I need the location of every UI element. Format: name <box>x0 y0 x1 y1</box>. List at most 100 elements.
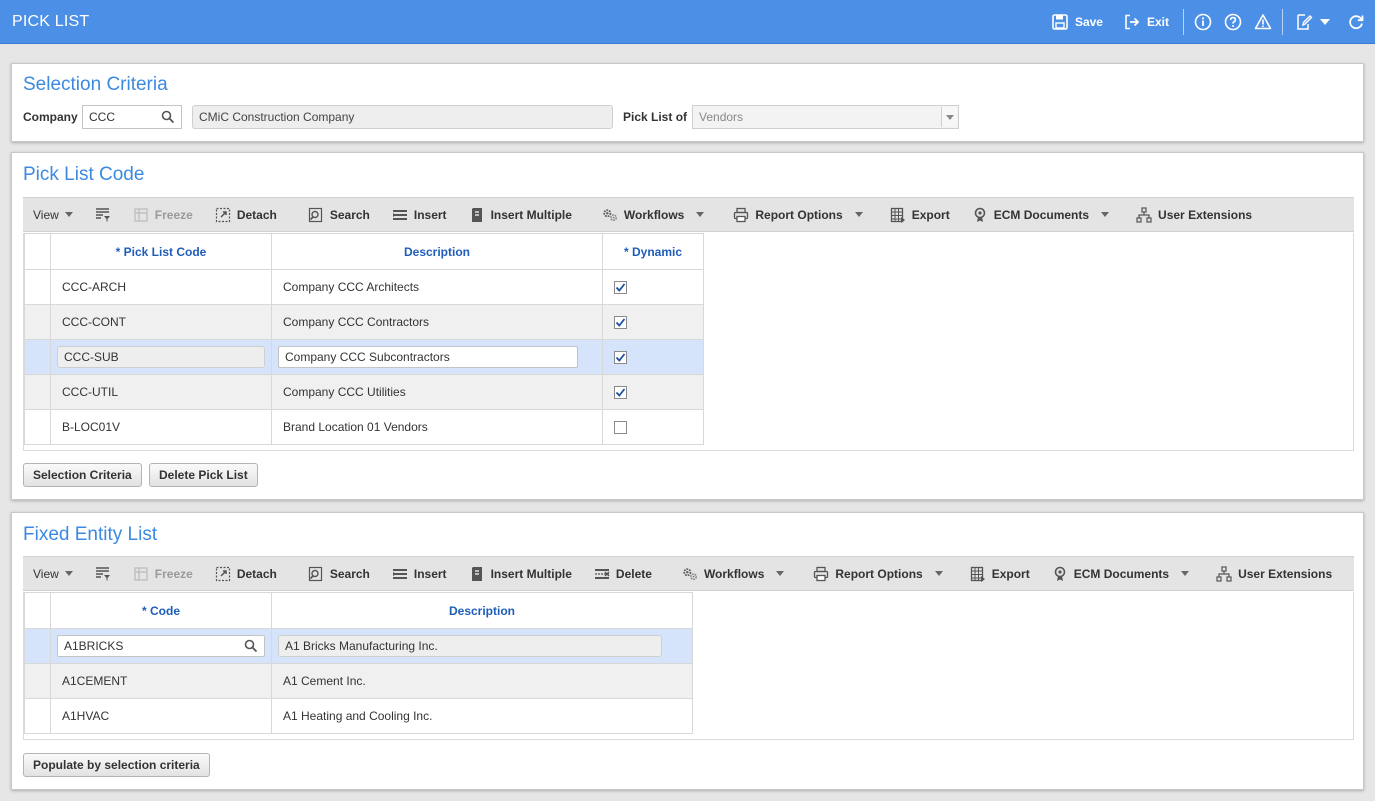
company-input[interactable]: CCC <box>82 105 182 129</box>
workflows-dropdown[interactable] <box>690 198 710 231</box>
column-header-pick-list-code[interactable]: * Pick List Code <box>50 233 272 270</box>
view-menu[interactable]: View <box>23 557 84 590</box>
description-cell[interactable]: A1 Heating and Cooling Inc. <box>271 698 693 734</box>
workflows-dropdown[interactable] <box>770 557 790 590</box>
info-button[interactable] <box>1188 13 1218 31</box>
detach-button[interactable]: Detach <box>204 557 288 590</box>
description-cell: A1 Bricks Manufacturing Inc. <box>271 628 693 664</box>
description-cell[interactable]: Company CCC Contractors <box>271 304 603 340</box>
pick-list-of-select[interactable]: Vendors <box>692 105 959 129</box>
report-options-button[interactable]: Report Options <box>722 198 848 231</box>
warning-button[interactable] <box>1248 13 1278 31</box>
filter-button[interactable] <box>84 557 122 590</box>
column-header-code[interactable]: * Code <box>50 592 272 629</box>
search-button[interactable]: Search <box>297 198 381 231</box>
export-button[interactable]: Export <box>959 557 1041 590</box>
detach-button[interactable]: Detach <box>204 198 288 231</box>
company-label: Company <box>23 110 78 124</box>
column-header-description[interactable]: Description <box>271 592 693 629</box>
report-options-dropdown[interactable] <box>929 557 949 590</box>
dynamic-checkbox[interactable] <box>614 316 627 330</box>
row-selector[interactable] <box>24 304 51 340</box>
table-row[interactable]: CCC-ARCH Company CCC Architects <box>24 269 704 305</box>
dynamic-checkbox[interactable] <box>614 386 627 400</box>
pick-list-code-cell[interactable]: B-LOC01V <box>50 409 272 445</box>
refresh-button[interactable] <box>1335 13 1365 31</box>
help-button[interactable] <box>1218 13 1248 31</box>
dynamic-checkbox[interactable] <box>614 421 627 435</box>
chevron-down-icon <box>696 212 705 217</box>
row-selector[interactable] <box>24 374 51 410</box>
column-header-dynamic[interactable]: * Dynamic <box>602 233 704 270</box>
search-button[interactable]: Search <box>297 557 381 590</box>
filter-button[interactable] <box>84 198 122 231</box>
populate-by-selection-criteria-button[interactable]: Populate by selection criteria <box>23 753 210 777</box>
ecm-documents-label: ECM Documents <box>1073 566 1170 581</box>
pick-list-code-cell[interactable]: CCC-ARCH <box>50 269 272 305</box>
user-extensions-button[interactable]: User Extensions <box>1125 198 1263 231</box>
exit-label: Exit <box>1146 14 1169 29</box>
row-selector[interactable] <box>24 339 51 375</box>
table-row-selected[interactable]: A1BRICKS A1 Bricks Manufacturing Inc. <box>24 628 693 664</box>
description-cell[interactable]: A1 Cement Inc. <box>271 663 693 699</box>
code-cell[interactable]: A1HVAC <box>50 698 272 734</box>
report-options-dropdown[interactable] <box>849 198 869 231</box>
description-input[interactable]: Company CCC Subcontractors <box>278 346 578 368</box>
column-header-description[interactable]: Description <box>271 233 603 270</box>
user-extensions-button[interactable]: User Extensions <box>1205 557 1343 590</box>
table-row[interactable]: CCC-CONT Company CCC Contractors <box>24 304 704 340</box>
exit-button[interactable]: Exit <box>1113 13 1179 31</box>
chevron-down-icon <box>776 571 785 576</box>
chevron-down-icon <box>934 571 943 576</box>
pick-list-of-label: Pick List of <box>623 110 688 124</box>
export-button[interactable]: Export <box>879 198 961 231</box>
workflows-button[interactable]: Workflows <box>591 198 690 231</box>
row-selector[interactable] <box>24 663 51 699</box>
freeze-button[interactable]: Freeze <box>122 198 204 231</box>
table-row[interactable]: A1HVAC A1 Heating and Cooling Inc. <box>24 698 693 734</box>
description-cell[interactable]: Company CCC Utilities <box>271 374 603 410</box>
search-icon[interactable] <box>244 639 260 655</box>
ecm-documents-dropdown[interactable] <box>1175 557 1195 590</box>
table-row[interactable]: CCC-UTIL Company CCC Utilities <box>24 374 704 410</box>
chevron-down-icon[interactable] <box>941 107 957 127</box>
ecm-documents-button[interactable]: ECM Documents <box>1041 557 1175 590</box>
code-cell[interactable]: A1CEMENT <box>50 663 272 699</box>
save-button[interactable]: Save <box>1041 13 1113 31</box>
selection-criteria-button[interactable]: Selection Criteria <box>23 463 142 487</box>
refresh-icon <box>1347 13 1365 31</box>
pick-list-code-cell[interactable]: CCC-UTIL <box>50 374 272 410</box>
table-row-selected[interactable]: CCC-SUB Company CCC Subcontractors <box>24 339 704 375</box>
row-selector[interactable] <box>24 409 51 445</box>
report-options-button[interactable]: Report Options <box>802 557 928 590</box>
insert-multiple-button[interactable]: Insert Multiple <box>458 198 583 231</box>
insert-multiple-button[interactable]: Insert Multiple <box>458 557 583 590</box>
dynamic-cell <box>602 269 704 305</box>
freeze-button[interactable]: Freeze <box>122 557 204 590</box>
table-row[interactable]: B-LOC01V Brand Location 01 Vendors <box>24 409 704 445</box>
search-icon[interactable] <box>161 109 177 125</box>
row-selector[interactable] <box>24 698 51 734</box>
insert-button[interactable]: Insert <box>381 557 458 590</box>
description-cell[interactable]: Brand Location 01 Vendors <box>271 409 603 445</box>
description-cell[interactable]: Company CCC Architects <box>271 269 603 305</box>
row-selector[interactable] <box>24 628 51 664</box>
table-row[interactable]: A1CEMENT A1 Cement Inc. <box>24 663 693 699</box>
workflows-button[interactable]: Workflows <box>671 557 770 590</box>
dynamic-checkbox[interactable] <box>614 281 627 295</box>
row-selector[interactable] <box>24 269 51 305</box>
delete-pick-list-button[interactable]: Delete Pick List <box>149 463 258 487</box>
pick-list-code-title: Pick List Code <box>23 164 145 185</box>
delete-button[interactable]: Delete <box>583 557 663 590</box>
insert-button[interactable]: Insert <box>381 198 458 231</box>
dynamic-cell <box>602 339 704 375</box>
pick-list-code-cell[interactable]: CCC-CONT <box>50 304 272 340</box>
view-menu[interactable]: View <box>23 198 84 231</box>
edit-menu-button[interactable] <box>1287 13 1335 31</box>
chevron-down-icon <box>1181 571 1190 576</box>
code-input[interactable]: A1BRICKS <box>57 635 265 657</box>
ecm-documents-button[interactable]: ECM Documents <box>961 198 1095 231</box>
search-label: Search <box>329 207 370 222</box>
dynamic-checkbox[interactable] <box>614 351 627 365</box>
ecm-documents-dropdown[interactable] <box>1095 198 1115 231</box>
